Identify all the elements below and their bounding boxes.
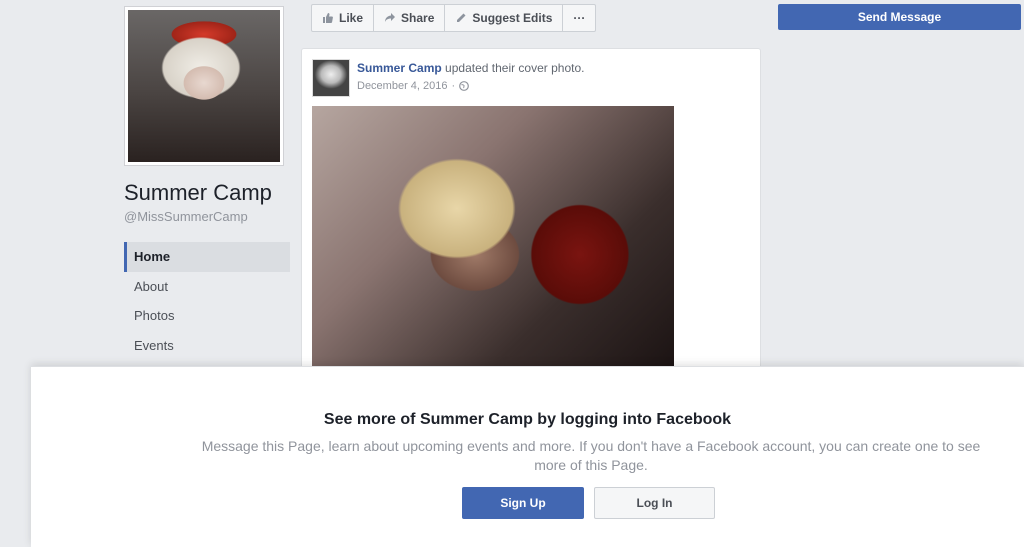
sidebar-item-about[interactable]: About [124,272,290,302]
log-in-button[interactable]: Log In [594,487,715,519]
login-prompt-title: See more of Summer Camp by logging into … [323,411,732,428]
post-author-link[interactable]: Summer Camp [357,61,442,75]
cover-photo-image[interactable] [312,106,674,376]
page-handle[interactable]: @MissSummerCamp [124,209,248,224]
globe-icon [459,81,470,91]
suggest-edits-label: Suggest Edits [472,11,553,25]
like-label: Like [339,11,364,25]
post-action-text: updated their cover photo. [445,61,585,75]
post-date[interactable]: December 4, 2016 [357,80,448,92]
more-options-button[interactable]: ··· [563,5,595,31]
send-message-button[interactable]: Send Message [778,4,1021,30]
more-icon: ··· [573,11,586,25]
page-title[interactable]: Summer Camp [124,180,272,206]
login-prompt-overlay: See more of Summer Camp by logging into … [31,366,1024,547]
post-card: Summer Camp updated their cover photo. D… [301,48,761,380]
share-button[interactable]: Share [374,5,446,31]
profile-picture[interactable] [124,6,284,166]
profile-photo-image [128,10,280,162]
suggest-edits-button[interactable]: Suggest Edits [445,5,564,31]
page-action-bar: Like Share Suggest Edits ··· [311,4,597,32]
post-meta: December 4, 2016 · [357,80,470,92]
post-author-avatar[interactable] [312,59,350,97]
login-prompt-message: Message this Page, learn about upcoming … [201,438,981,473]
pencil-icon [455,12,467,24]
like-button[interactable]: Like [312,5,375,31]
sidebar-nav: Home About Photos Events [124,242,290,360]
like-icon [322,12,334,24]
sign-up-button[interactable]: Sign Up [462,487,584,519]
sidebar-item-events[interactable]: Events [124,331,290,361]
share-label: Share [401,11,435,25]
sidebar-item-home[interactable]: Home [124,242,290,272]
share-icon [384,12,396,24]
meta-separator: · [451,80,456,92]
sidebar-item-photos[interactable]: Photos [124,301,290,331]
post-header: Summer Camp updated their cover photo. [357,61,584,75]
